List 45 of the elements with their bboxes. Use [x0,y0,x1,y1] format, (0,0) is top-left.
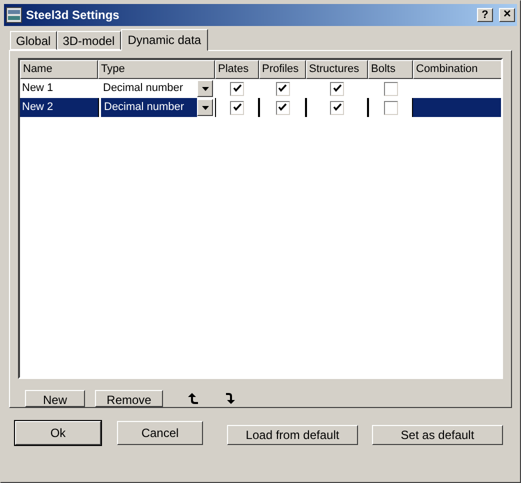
tab[interactable]: 3D-model [56,31,121,50]
checkbox[interactable] [384,100,398,114]
column-header[interactable]: Type [98,60,215,79]
dialog-button[interactable]: Ok [15,421,101,445]
table-cell-text: New 2 [21,100,54,116]
checkmark-icon [332,84,342,93]
window-title: Steel3d Settings [26,7,120,24]
checkmark-icon [232,103,242,112]
checkbox[interactable] [230,82,244,96]
checkbox[interactable] [230,100,244,114]
caret-icon [202,106,208,110]
checkmark-icon [278,84,287,93]
type-dropdown[interactable]: Decimal number [98,98,215,117]
move-up-icon[interactable] [187,392,199,405]
checkbox[interactable] [276,82,290,96]
column-header[interactable]: Structures [306,60,368,79]
help-button[interactable]: ? [477,8,493,22]
caret-icon [202,86,208,90]
column-header[interactable]: Name [20,60,98,79]
close-button[interactable]: ✕ [499,8,515,22]
list-button[interactable]: New [25,390,85,407]
checkmark-icon [332,103,342,112]
default-button[interactable]: Set as default [372,425,503,445]
app-icon [6,7,22,23]
default-button[interactable]: Load from default [227,425,358,445]
checkbox[interactable] [330,82,344,96]
column-header[interactable]: Bolts [368,60,413,79]
checkmark-icon [278,103,287,112]
checkbox[interactable] [276,100,290,114]
table-row[interactable]: New 2 Decimal number [20,98,501,117]
checkmark-icon [232,84,242,93]
move-down-icon[interactable] [225,392,237,405]
list-button[interactable]: Remove [95,390,163,407]
column-header[interactable]: Combination [413,60,501,79]
column-header[interactable]: Profiles [259,60,306,79]
checkbox[interactable] [330,100,344,114]
checkbox[interactable] [384,82,398,96]
tab[interactable]: Global [10,31,57,50]
type-dropdown[interactable]: Decimal number [98,79,215,98]
dropdown-value: Decimal number [101,98,197,117]
dialog-button[interactable]: Cancel [117,421,203,445]
tab[interactable]: Dynamic data [120,29,208,51]
column-header[interactable]: Plates [215,60,259,79]
dropdown-value: Decimal number [102,81,184,96]
table-cell-text: New 1 [21,81,54,96]
